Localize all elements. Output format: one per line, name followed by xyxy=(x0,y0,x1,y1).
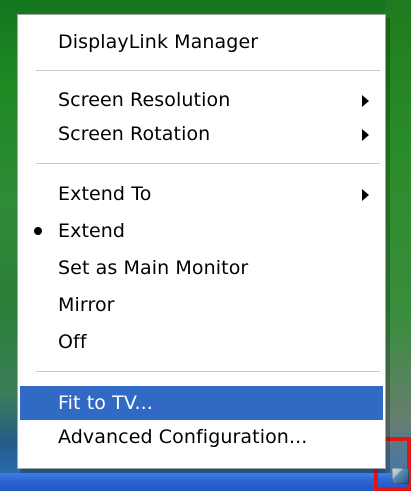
menu-item-label: Advanced Configuration... xyxy=(58,426,308,448)
submenu-arrow-icon xyxy=(362,95,369,107)
menu-item-mirror[interactable]: Mirror xyxy=(20,288,383,322)
menu-item-label: Screen Resolution xyxy=(58,89,231,111)
menu-item-label: Fit to TV... xyxy=(58,392,153,414)
menu-item-label: DisplayLink Manager xyxy=(58,31,259,53)
menu-item-label: Set as Main Monitor xyxy=(58,257,249,279)
menu-item-fit-to-tv[interactable]: Fit to TV... xyxy=(20,386,383,420)
menu-item-extend-to[interactable]: Extend To xyxy=(20,177,383,211)
taskbar xyxy=(0,473,411,491)
menu-separator xyxy=(36,70,380,72)
bullet-icon xyxy=(34,227,42,235)
menu-item-off[interactable]: Off xyxy=(20,325,383,359)
menu-item-displaylink-manager[interactable]: DisplayLink Manager xyxy=(20,25,383,59)
menu-item-label: Extend To xyxy=(58,183,152,205)
menu-item-set-as-main-monitor[interactable]: Set as Main Monitor xyxy=(20,251,383,285)
menu-item-advanced-configuration[interactable]: Advanced Configuration... xyxy=(20,420,383,454)
menu-item-screen-resolution[interactable]: Screen Resolution xyxy=(20,83,383,117)
menu-separator xyxy=(36,371,380,373)
menu-item-label: Extend xyxy=(58,220,126,242)
submenu-arrow-icon xyxy=(362,189,369,201)
submenu-arrow-icon xyxy=(362,129,369,141)
menu-separator xyxy=(36,163,380,165)
menu-item-screen-rotation[interactable]: Screen Rotation xyxy=(20,117,383,151)
context-menu: DisplayLink Manager Screen Resolution Sc… xyxy=(17,14,386,469)
menu-item-label: Screen Rotation xyxy=(58,123,211,145)
menu-item-extend[interactable]: Extend xyxy=(20,214,383,248)
menu-item-label: Off xyxy=(58,331,87,353)
menu-item-label: Mirror xyxy=(58,294,115,316)
displaylink-tray-icon[interactable] xyxy=(392,468,409,484)
